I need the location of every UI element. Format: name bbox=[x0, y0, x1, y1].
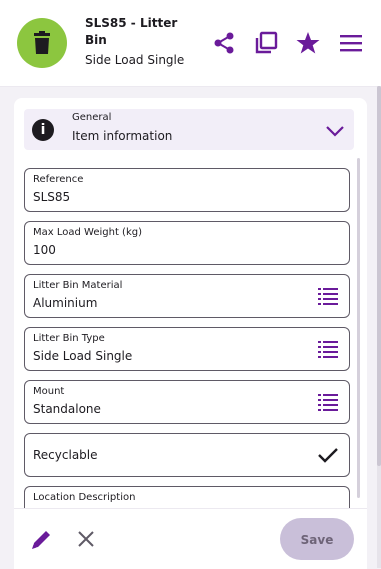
close-icon[interactable] bbox=[74, 527, 98, 551]
list-picker-icon[interactable] bbox=[317, 338, 339, 360]
field-value: SLS85 bbox=[33, 190, 71, 204]
list-picker-icon[interactable] bbox=[317, 285, 339, 307]
chevron-down-icon[interactable] bbox=[324, 120, 346, 142]
save-button[interactable]: Save bbox=[280, 518, 354, 560]
section-title: Item information bbox=[72, 129, 173, 143]
type-field[interactable]: Litter Bin Type Side Load Single bbox=[24, 327, 350, 371]
share-icon[interactable] bbox=[211, 30, 237, 56]
mount-field[interactable]: Mount Standalone bbox=[24, 380, 350, 424]
page-scrollbar-thumb[interactable] bbox=[377, 86, 381, 466]
field-value: Side Load Single bbox=[33, 349, 133, 363]
material-field[interactable]: Litter Bin Material Aluminium bbox=[24, 274, 350, 318]
menu-icon[interactable] bbox=[338, 30, 364, 56]
item-avatar bbox=[17, 18, 67, 68]
form-scrollbar[interactable] bbox=[357, 158, 360, 498]
form-footer: Save bbox=[14, 508, 367, 569]
field-label: Litter Bin Material bbox=[33, 280, 123, 291]
info-icon: i bbox=[32, 119, 54, 141]
checkmark-icon[interactable] bbox=[317, 444, 339, 466]
page-title: SLS85 - Litter Bin bbox=[85, 16, 178, 47]
pencil-icon[interactable] bbox=[30, 527, 54, 551]
section-label: General bbox=[72, 112, 112, 123]
copy-icon[interactable] bbox=[253, 30, 279, 56]
field-value: Recyclable bbox=[33, 448, 98, 462]
star-icon[interactable] bbox=[295, 30, 321, 56]
recyclable-toggle[interactable]: Recyclable bbox=[24, 433, 350, 477]
reference-field[interactable]: Reference SLS85 bbox=[24, 168, 350, 212]
field-label: Reference bbox=[33, 174, 84, 185]
max-load-weight-field[interactable]: Max Load Weight (kg) 100 bbox=[24, 221, 350, 265]
app-header: SLS85 - Litter Bin Side Load Single bbox=[0, 0, 381, 87]
section-general[interactable]: i General Item information bbox=[24, 109, 354, 150]
list-picker-icon[interactable] bbox=[317, 391, 339, 413]
field-value: Standalone bbox=[33, 402, 101, 416]
field-value: Aluminium bbox=[33, 296, 98, 310]
item-form-card: i General Item information Reference SLS… bbox=[14, 98, 367, 568]
field-label: Litter Bin Type bbox=[33, 333, 105, 344]
trash-icon bbox=[34, 31, 50, 54]
field-label: Location Description bbox=[33, 492, 136, 503]
field-label: Max Load Weight (kg) bbox=[33, 227, 142, 238]
field-label: Mount bbox=[33, 386, 65, 397]
page-subtitle: Side Load Single bbox=[85, 53, 185, 67]
field-value: 100 bbox=[33, 243, 56, 257]
